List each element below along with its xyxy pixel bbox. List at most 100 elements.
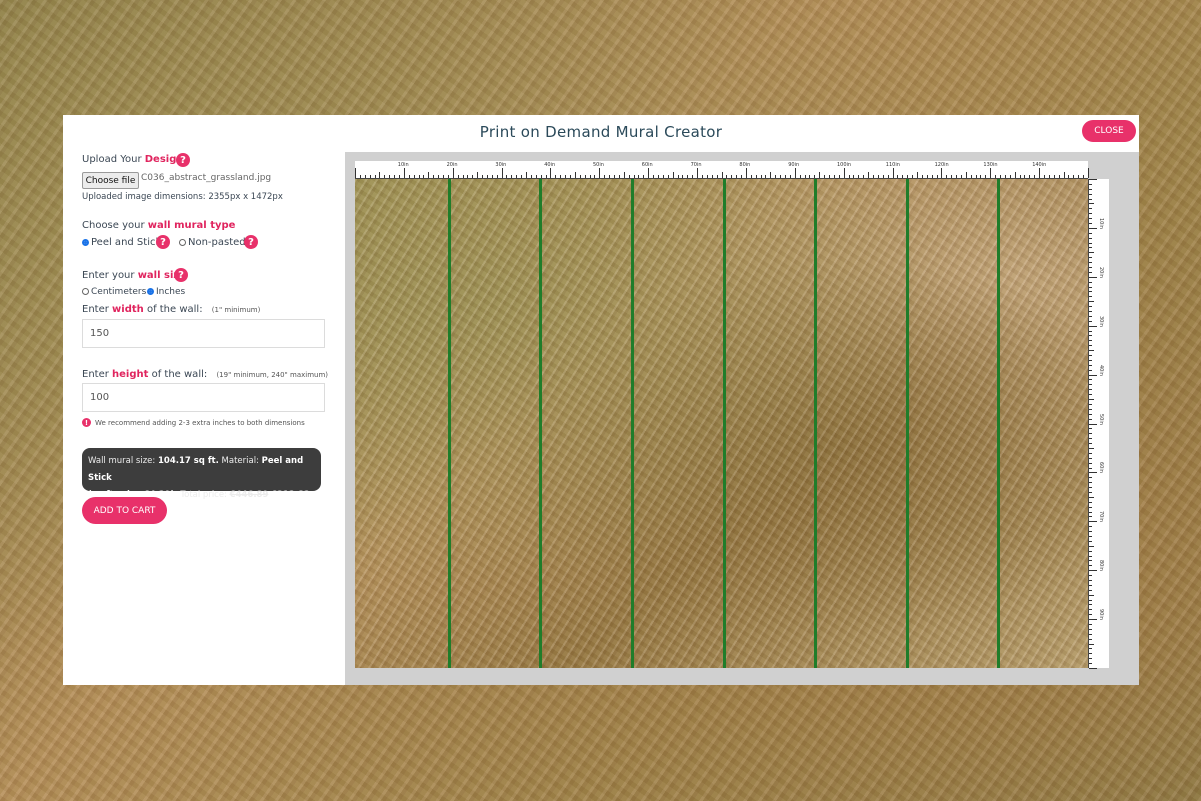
ruler-tick xyxy=(745,168,747,178)
ruler-tick xyxy=(765,175,767,178)
option-peel-and-stick[interactable]: Peel and Stick xyxy=(82,237,161,248)
ruler-tick xyxy=(843,168,845,178)
ruler-tick xyxy=(1089,291,1092,293)
ruler-tick xyxy=(379,172,381,178)
ruler-tick xyxy=(711,175,713,178)
width-input[interactable]: 150 xyxy=(82,319,325,348)
info-icon: ! xyxy=(82,418,91,427)
ruler-tick xyxy=(1089,223,1092,224)
ruler-tick xyxy=(1089,330,1092,332)
ruler-tick xyxy=(1089,506,1092,508)
ruler-tick xyxy=(809,175,811,178)
ruler-top-label: 110in xyxy=(885,162,900,168)
ruler-tick xyxy=(1089,286,1092,288)
ruler-tick xyxy=(1089,218,1092,220)
ruler-tick xyxy=(633,175,635,178)
ruler-tick xyxy=(1073,175,1075,178)
cm-label: Centimeters xyxy=(91,287,147,297)
ruler-tick xyxy=(1089,311,1092,313)
ruler-tick xyxy=(374,175,376,178)
new-price: €312.82. xyxy=(271,490,314,500)
ruler-tick xyxy=(570,175,571,178)
inches-radio[interactable] xyxy=(147,288,154,295)
ruler-tick xyxy=(521,175,523,178)
image-dimensions: Uploaded image dimensions: 2355px x 1472… xyxy=(82,192,283,202)
ruler-tick xyxy=(1083,175,1085,178)
choose-file-button[interactable]: Choose file xyxy=(82,172,139,189)
ruler-top-label: 60in xyxy=(641,162,653,168)
ruler-tick xyxy=(877,175,879,178)
nonpasted-radio[interactable] xyxy=(179,238,186,246)
add-to-cart-button[interactable]: ADD TO CART xyxy=(82,497,167,524)
ruler-tick xyxy=(604,175,606,178)
option-non-pasted[interactable]: Non-pasted xyxy=(179,237,246,248)
ruler-tick xyxy=(916,172,918,178)
ruler-tick xyxy=(853,175,855,178)
ruler-tick xyxy=(1089,369,1092,371)
ruler-tick xyxy=(364,175,366,178)
close-button[interactable]: CLOSE xyxy=(1082,120,1136,142)
ruler-tick xyxy=(662,175,664,178)
ruler-tick xyxy=(1089,452,1092,454)
upload-label: Upload Your Design xyxy=(82,154,184,165)
width-label-text: Enter xyxy=(82,304,113,315)
ruler-tick xyxy=(1089,193,1092,195)
nonpasted-help-icon[interactable]: ? xyxy=(244,235,258,249)
height-label: Enter height of the wall: (19" minimum, … xyxy=(82,369,328,380)
ruler-tick xyxy=(511,175,513,178)
panel-divider xyxy=(722,179,726,668)
mural-image xyxy=(355,179,1088,668)
ruler-tick xyxy=(423,175,425,178)
ruler-tick xyxy=(584,175,586,178)
ruler-tick xyxy=(1089,183,1092,185)
peel-help-icon[interactable]: ? xyxy=(156,235,170,249)
ruler-tick xyxy=(1089,648,1092,650)
ruler-tick xyxy=(394,175,396,178)
ruler-tick xyxy=(398,175,400,178)
ruler-tick xyxy=(701,175,703,178)
wall-size-help-icon[interactable]: ? xyxy=(174,268,188,282)
ruler-tick xyxy=(565,175,567,178)
ruler-tick xyxy=(355,168,356,178)
ruler-tick xyxy=(985,175,987,178)
ruler-tick xyxy=(1089,623,1092,625)
ruler-tick xyxy=(697,168,699,178)
ruler-tick xyxy=(1089,345,1092,347)
ruler-tick xyxy=(804,175,806,178)
ruler-tick xyxy=(384,175,386,178)
ruler-tick xyxy=(956,175,958,178)
ruler-tick xyxy=(829,175,830,178)
ruler-tick xyxy=(438,175,440,178)
ruler-tick xyxy=(682,175,684,178)
width-label: Enter width of the wall: (1" minimum) xyxy=(82,304,260,315)
unit-inches[interactable]: Inches xyxy=(147,287,185,297)
height-input[interactable]: 100 xyxy=(82,383,325,412)
height-label-suffix: of the wall: xyxy=(148,369,208,380)
ruler-tick xyxy=(506,175,508,178)
peel-radio[interactable] xyxy=(82,238,89,246)
ruler-tick xyxy=(369,175,371,178)
ruler-tick xyxy=(1009,175,1011,178)
ruler-tick xyxy=(1089,653,1092,655)
ruler-tick xyxy=(1089,501,1092,503)
ruler-tick xyxy=(1053,175,1055,178)
ruler-tick xyxy=(1089,237,1092,239)
ruler-tick xyxy=(1089,359,1092,361)
ruler-tick xyxy=(1089,555,1092,557)
upload-help-icon[interactable]: ? xyxy=(176,153,190,167)
ruler-tick xyxy=(872,175,874,178)
ruler-tick xyxy=(1089,232,1092,234)
ruler-tick xyxy=(452,168,454,178)
cm-radio[interactable] xyxy=(82,288,89,295)
ruler-tick xyxy=(667,175,669,178)
unit-centimeters[interactable]: Centimeters xyxy=(82,287,146,297)
panel-divider xyxy=(539,179,543,668)
ruler-tick xyxy=(1089,443,1092,445)
ruler-tick xyxy=(1058,175,1060,178)
ruler-tick xyxy=(1089,575,1092,577)
ruler-tick xyxy=(1089,242,1092,244)
ruler-tick xyxy=(1089,482,1092,484)
ruler-tick xyxy=(858,175,860,178)
height-label-text: Enter xyxy=(82,369,113,380)
ruler-right-label: 70in xyxy=(1098,511,1104,523)
